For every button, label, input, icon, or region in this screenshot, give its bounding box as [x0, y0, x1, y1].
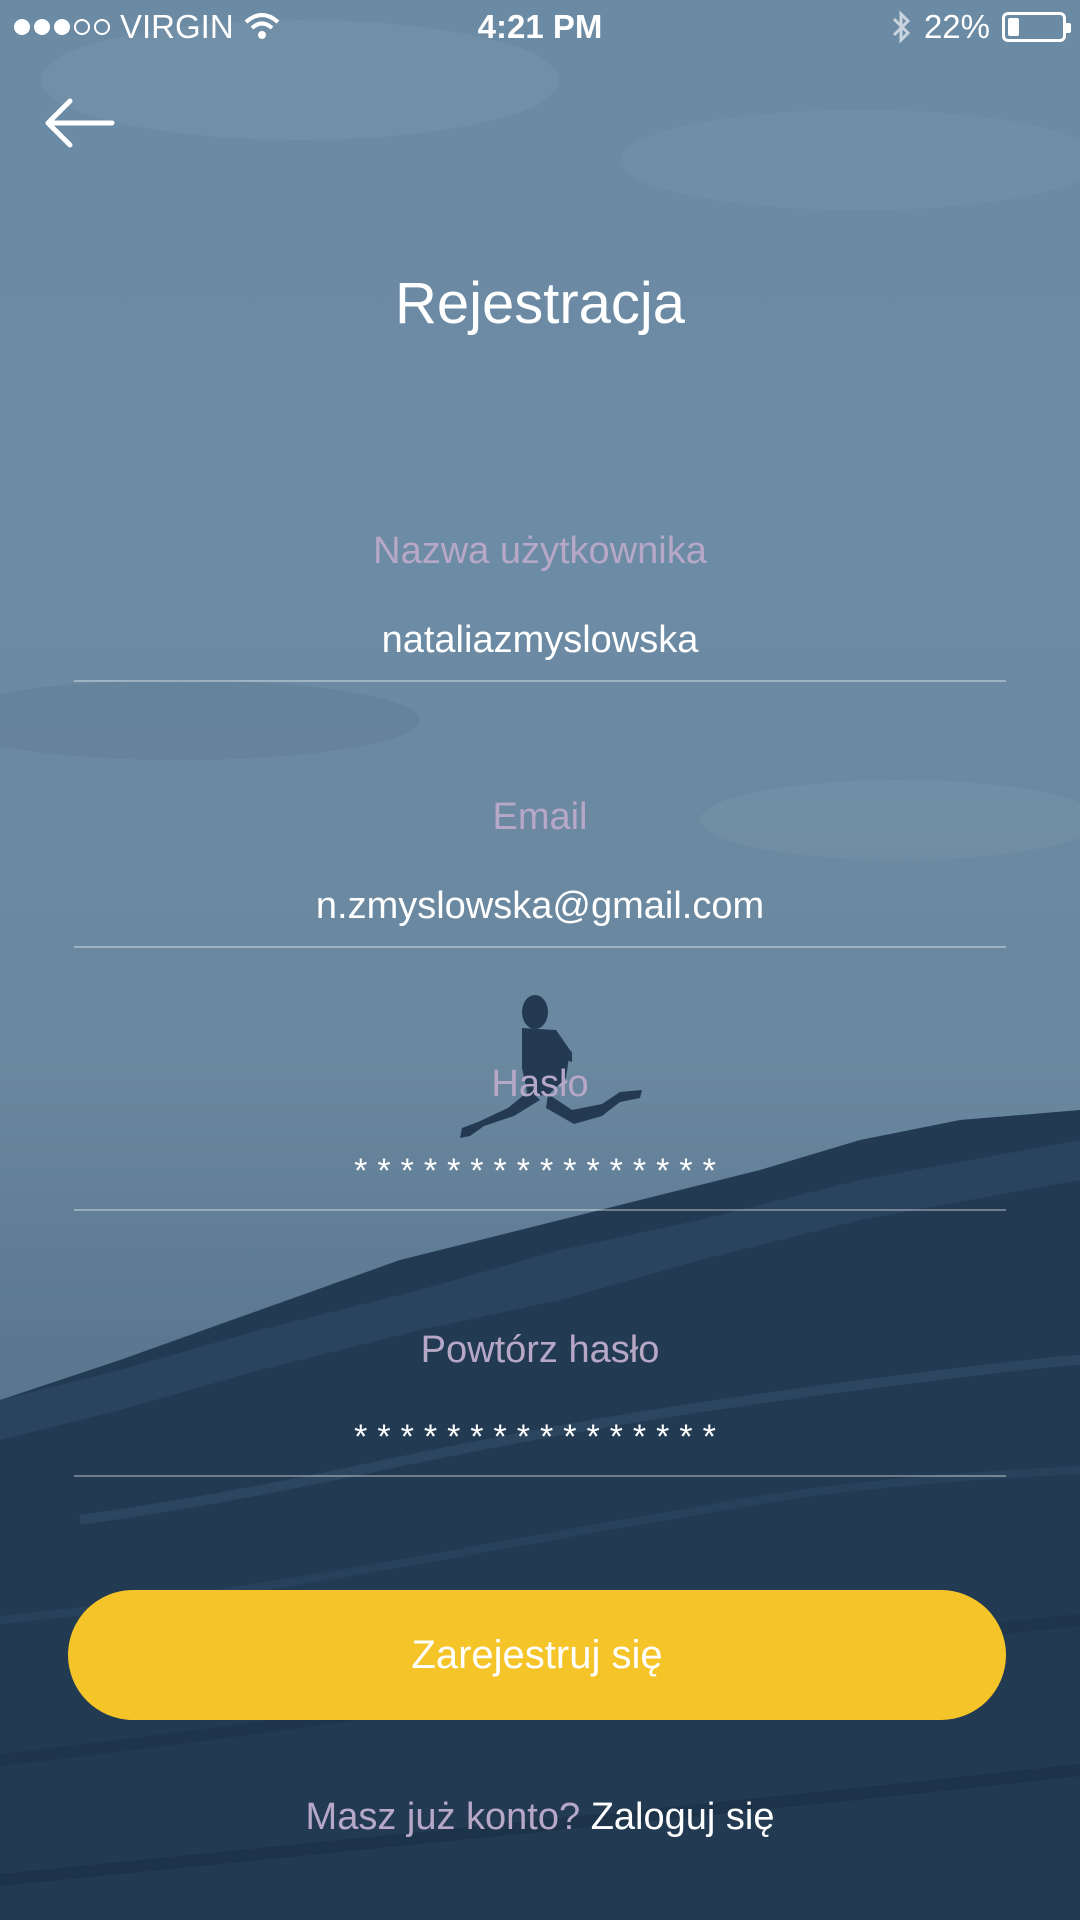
password-input[interactable]: **************** — [74, 1152, 1006, 1191]
status-bar: VIRGIN 4:21 PM 22% — [0, 0, 1080, 56]
login-link[interactable]: Zaloguj się — [591, 1796, 775, 1838]
bluetooth-icon — [892, 10, 911, 44]
password-repeat-field: Powtórz hasło **************** — [74, 1329, 1006, 1477]
password-repeat-label: Powtórz hasło — [420, 1329, 660, 1371]
username-field: Nazwa użytkownika nataliazmyslowska — [74, 530, 1006, 682]
arrow-left-icon — [45, 98, 115, 148]
email-input[interactable]: n.zmyslowska@gmail.com — [74, 885, 1006, 928]
password-underline — [74, 1209, 1006, 1211]
username-underline — [74, 680, 1006, 682]
username-input[interactable]: nataliazmyslowska — [74, 619, 1006, 662]
password-repeat-input[interactable]: **************** — [74, 1418, 1006, 1457]
password-repeat-underline — [74, 1475, 1006, 1477]
register-button[interactable]: Zarejestruj się — [68, 1590, 1006, 1720]
back-button[interactable] — [40, 95, 120, 151]
password-field: Hasło **************** — [74, 1063, 1006, 1211]
battery-icon — [1002, 12, 1071, 42]
login-prompt: Masz już konto? Zaloguj się — [0, 1796, 1080, 1839]
email-label: Email — [492, 796, 588, 838]
email-field: Email n.zmyslowska@gmail.com — [74, 796, 1006, 948]
email-underline — [74, 946, 1006, 948]
page-title: Rejestracja — [394, 271, 686, 336]
password-label: Hasło — [491, 1063, 589, 1105]
username-label: Nazwa użytkownika — [373, 530, 707, 572]
login-prompt-text: Masz już konto? — [305, 1796, 581, 1838]
battery-percent: 22% — [923, 8, 990, 45]
